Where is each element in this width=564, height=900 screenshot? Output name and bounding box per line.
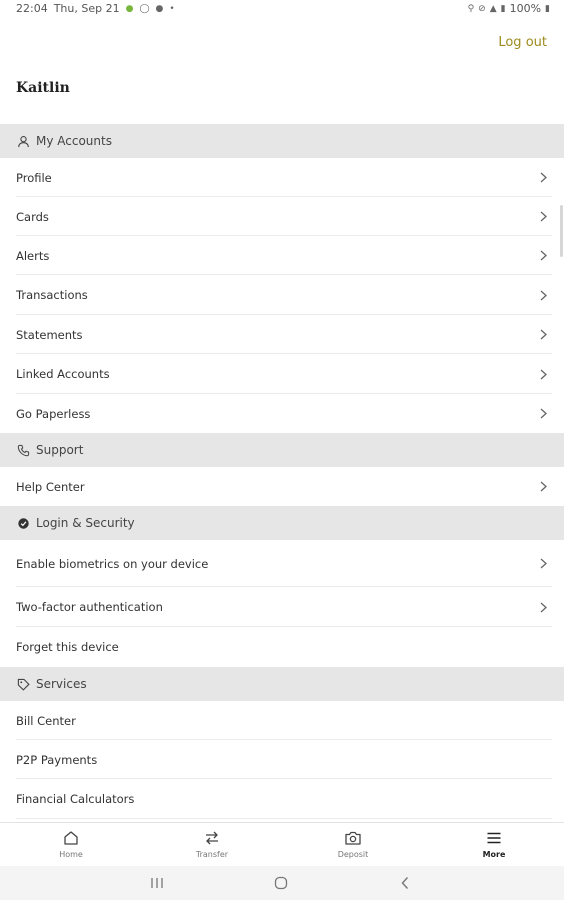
menu-item-label: Linked Accounts — [16, 367, 110, 381]
menu-item-label: Forget this device — [16, 640, 119, 654]
key-icon: ⚲ — [467, 3, 475, 14]
signal-icon: ▮ — [500, 3, 506, 14]
section-my-accounts: My Accounts — [0, 124, 564, 158]
bottom-nav: Home Transfer Deposit More — [0, 822, 564, 866]
section-support: Support — [0, 433, 564, 467]
menu-item-cards[interactable]: Cards — [0, 197, 564, 236]
chevron-right-icon — [538, 557, 548, 571]
user-name: Kaitlin — [16, 80, 70, 96]
section-title: Support — [36, 443, 84, 457]
section-title: Services — [36, 677, 87, 691]
chevron-right-icon — [538, 480, 548, 494]
location-icon: ● — [155, 3, 164, 14]
status-date: Thu, Sep 21 — [53, 2, 120, 15]
battery-icon: ▮ — [545, 3, 550, 14]
mute-icon: ⊘ — [478, 3, 486, 14]
menu-item-label: Two-factor authentication — [16, 600, 163, 614]
phone-icon — [16, 443, 30, 457]
shield-icon — [16, 516, 30, 530]
menu-item-label: Profile — [16, 170, 52, 185]
menu-item-profile[interactable]: Profile — [0, 158, 564, 197]
menu-item-label: Bill Center — [16, 713, 76, 728]
status-bar-right: ⚲ ⊘ ▲ ▮ 100% ▮ — [468, 2, 550, 15]
nav-home[interactable]: Home — [31, 827, 111, 859]
menu-item-label: Financial Calculators — [16, 792, 135, 806]
menu-item-label: P2P Payments — [16, 752, 98, 767]
recent-apps-button[interactable] — [147, 875, 167, 891]
chevron-right-icon — [538, 367, 548, 381]
nav-deposit[interactable]: Deposit — [313, 827, 393, 859]
menu-item-go-paperless[interactable]: Go Paperless — [0, 394, 564, 433]
nav-more[interactable]: More — [454, 827, 534, 859]
chevron-right-icon — [538, 600, 548, 614]
logout-button[interactable]: Log out — [498, 35, 547, 50]
menu-icon — [486, 827, 502, 849]
home-icon — [63, 827, 79, 849]
menu-item-bill-center[interactable]: Bill Center — [0, 701, 564, 740]
menu-item-alerts[interactable]: Alerts — [0, 236, 564, 275]
menu-item-label: Enable biometrics on your device — [16, 556, 209, 571]
chevron-right-icon — [538, 171, 548, 185]
nav-label: Home — [59, 850, 83, 859]
status-bar: 22:04 Thu, Sep 21 ● ◯ ● • ⚲ ⊘ ▲ ▮ 100% ▮ — [0, 0, 564, 18]
transfer-icon — [204, 827, 220, 849]
section-login-security: Login & Security — [0, 506, 564, 540]
menu-item-label: Cards — [16, 209, 49, 224]
nav-label: Deposit — [337, 850, 369, 859]
menu-item-label: Statements — [16, 327, 83, 342]
nav-label: More — [482, 850, 506, 859]
section-title: Login & Security — [36, 516, 135, 530]
menu-item-statements[interactable]: Statements — [0, 315, 564, 354]
section-services: Services — [0, 667, 564, 701]
chevron-right-icon — [538, 210, 548, 224]
menu-item-two-factor[interactable]: Two-factor authentication — [0, 587, 564, 627]
menu-item-enable-biometrics[interactable]: Enable biometrics on your device — [0, 540, 564, 587]
menu-item-label: Go Paperless — [16, 406, 91, 421]
android-icon: ● — [125, 3, 134, 14]
header: Log out Kaitlin — [0, 18, 564, 124]
menu-item-financial-calculators[interactable]: Financial Calculators — [0, 779, 564, 819]
nav-label: Transfer — [195, 850, 229, 859]
chevron-right-icon — [538, 328, 548, 342]
menu-item-forget-device[interactable]: Forget this device — [0, 627, 564, 667]
nav-transfer[interactable]: Transfer — [172, 827, 252, 859]
tag-icon — [16, 677, 30, 691]
menu-item-help-center[interactable]: Help Center — [0, 467, 564, 506]
alarm-icon: ◯ — [139, 3, 150, 14]
person-icon — [16, 134, 30, 148]
divider — [16, 818, 552, 819]
menu-item-p2p-payments[interactable]: P2P Payments — [0, 740, 564, 779]
dot-icon: • — [169, 3, 175, 14]
back-button[interactable] — [395, 875, 415, 891]
status-time: 22:04 — [16, 2, 48, 15]
scrollbar-thumb[interactable] — [560, 205, 563, 257]
status-bar-left: 22:04 Thu, Sep 21 ● ◯ ● • — [16, 2, 175, 15]
chevron-right-icon — [538, 249, 548, 263]
camera-icon — [344, 827, 362, 849]
chevron-right-icon — [538, 407, 548, 421]
system-nav-bar — [0, 866, 564, 900]
menu-item-transactions[interactable]: Transactions — [0, 275, 564, 315]
menu-item-label: Transactions — [16, 288, 88, 302]
home-button[interactable] — [271, 875, 291, 891]
section-title: My Accounts — [36, 134, 112, 148]
wifi-icon: ▲ — [489, 3, 497, 14]
menu-item-label: Help Center — [16, 479, 85, 494]
menu-item-linked-accounts[interactable]: Linked Accounts — [0, 354, 564, 394]
chevron-right-icon — [538, 288, 548, 302]
menu-item-label: Alerts — [16, 248, 50, 263]
battery-percent: 100% — [509, 2, 542, 15]
